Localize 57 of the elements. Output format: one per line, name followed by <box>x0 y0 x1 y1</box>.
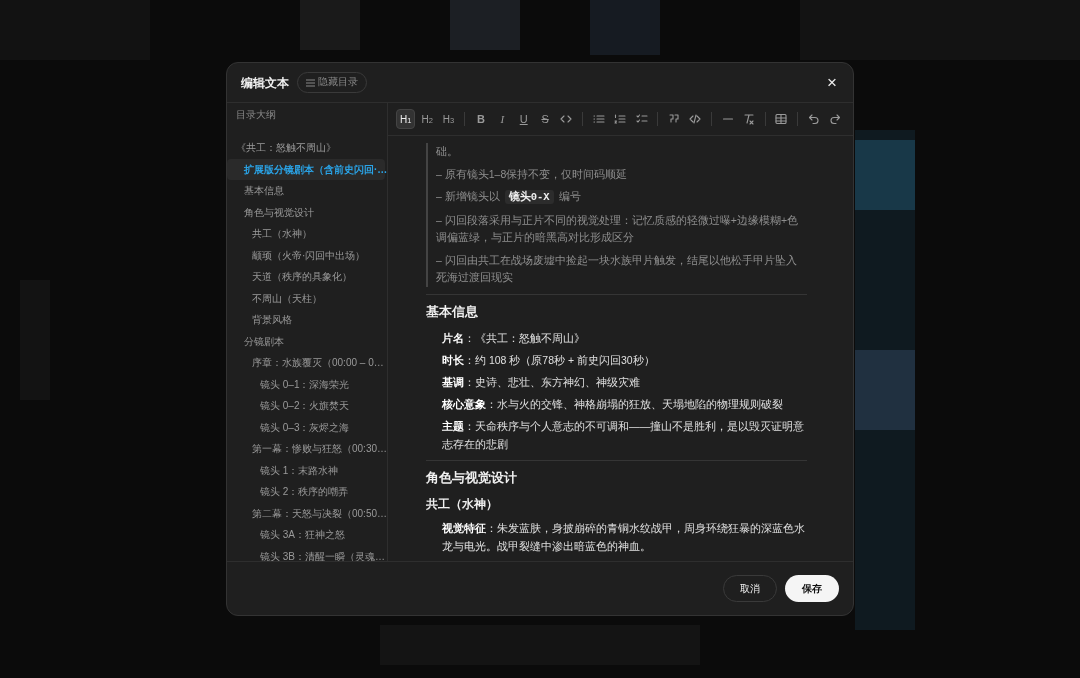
outline-item[interactable]: 分镜剧本 <box>227 330 385 352</box>
outline-title: 目录大纲 <box>235 108 277 122</box>
quote-text: 础。 <box>436 145 458 157</box>
outline-item[interactable]: 镜头 0–3：灰烬之海 <box>227 416 385 438</box>
outline-item[interactable]: 颛顼（火帝·闪回中出场） <box>227 244 385 266</box>
outline-item[interactable]: 不周山（天柱） <box>227 287 385 309</box>
heading-button[interactable]: H$_{3}$ <box>438 109 459 129</box>
outline-item[interactable]: 镜头 3A：狂神之怒 <box>227 524 385 546</box>
outline-item[interactable]: 序章：水族覆灭（00:00 – 0… <box>227 352 385 374</box>
quote-text: – 新增镜头以 <box>436 190 500 202</box>
numbered-list-icon <box>614 113 627 125</box>
outline-item[interactable]: 基本信息 <box>227 180 385 202</box>
info-line: 核心意象：水与火的交锋、神格崩塌的狂放、天塌地陷的物理规则破裂 <box>442 397 784 413</box>
close-button[interactable]: × <box>825 74 839 91</box>
heading-button[interactable]: H$_{1}$ <box>396 109 416 129</box>
clear-format-icon <box>743 113 756 125</box>
quote-text: – 闪回段落采用与正片不同的视觉处理：记忆质感的轻微过曝+边缘模糊+色调偏蓝绿，与正片的暗黑高对比形成区分 <box>436 213 799 243</box>
outline-item[interactable]: 镜头 2：秩序的嘲弄 <box>227 481 385 503</box>
redo-icon <box>829 113 842 125</box>
table-icon <box>775 113 788 125</box>
outline-item[interactable]: 扩展版分镜剧本（含前史闪回·… <box>227 158 385 180</box>
code-block-icon <box>689 113 702 125</box>
bullet-list-icon <box>592 113 605 125</box>
info-line: 片名：《共工：怒触不周山》 <box>442 331 586 347</box>
checklist-icon <box>635 113 648 125</box>
info-line: 时长：约 108 秒（原78秒 + 前史闪回30秒） <box>442 353 656 369</box>
info-line: 主题：天命秩序与个人意志的不可调和——撞山不是胜利，是以毁灭证明意志存在的悲剧 <box>442 419 805 453</box>
quote-text: 编号 <box>558 190 581 202</box>
subsection-heading: 共工（水神） <box>426 497 499 513</box>
strike-button[interactable]: S <box>535 109 555 129</box>
outline-item[interactable]: 角色与视觉设计 <box>227 201 385 223</box>
list-icon <box>306 78 315 87</box>
undo-icon <box>807 113 820 125</box>
quote-text: – 闪回由共工在战场废墟中捡起一块水族甲片触发，结尾以他松手甲片坠入死海过渡回现实 <box>436 253 797 283</box>
outline-item[interactable]: 镜头 1：末路水神 <box>227 459 385 481</box>
quote-text: – 原有镜头1–8保持不变，仅时间码顺延 <box>436 167 628 180</box>
save-button[interactable]: 保存 <box>785 575 839 602</box>
info-line: 基调：史诗、悲壮、东方神幻、神级灾难 <box>442 375 641 391</box>
outline-item[interactable]: 《共工：怒触不周山》 <box>227 137 385 159</box>
dialog-title: 编辑文本 <box>241 74 289 92</box>
outline-item[interactable]: 镜头 3B：清醒一瞬（灵魂… <box>227 545 385 567</box>
italic-button[interactable]: I <box>492 109 512 129</box>
bold-button[interactable]: B <box>471 109 491 129</box>
outline-item[interactable]: 背景风格 <box>227 309 385 331</box>
heading-button[interactable]: H$_{2}$ <box>417 109 437 129</box>
outline-item[interactable]: 镜头 0–1：深海荣光 <box>227 373 385 395</box>
section-heading: 角色与视觉设计 <box>426 470 518 488</box>
outline-item[interactable]: 镜头 0–2：火旗焚天 <box>227 395 385 417</box>
info-line: 视觉特征：朱发蓝肤，身披崩碎的青铜水纹战甲，周身环绕狂暴的深蓝色水龙与电光。战甲裂缝中渗出暗蓝色的神血。 <box>442 521 806 555</box>
outline-item[interactable]: 天道（秩序的具象化） <box>227 266 385 288</box>
underline-button[interactable]: U <box>514 109 534 129</box>
outline-item[interactable]: 第一幕：惨败与狂怒（00:30… <box>227 438 385 460</box>
section-heading: 基本信息 <box>426 303 479 321</box>
inline-code: 镜头0-X <box>504 190 554 204</box>
inline-code-icon <box>560 113 573 125</box>
outline-item[interactable]: 第二幕：天怒与决裂（00:50… <box>227 502 385 524</box>
outline-item[interactable]: 共工（水神） <box>227 223 385 245</box>
